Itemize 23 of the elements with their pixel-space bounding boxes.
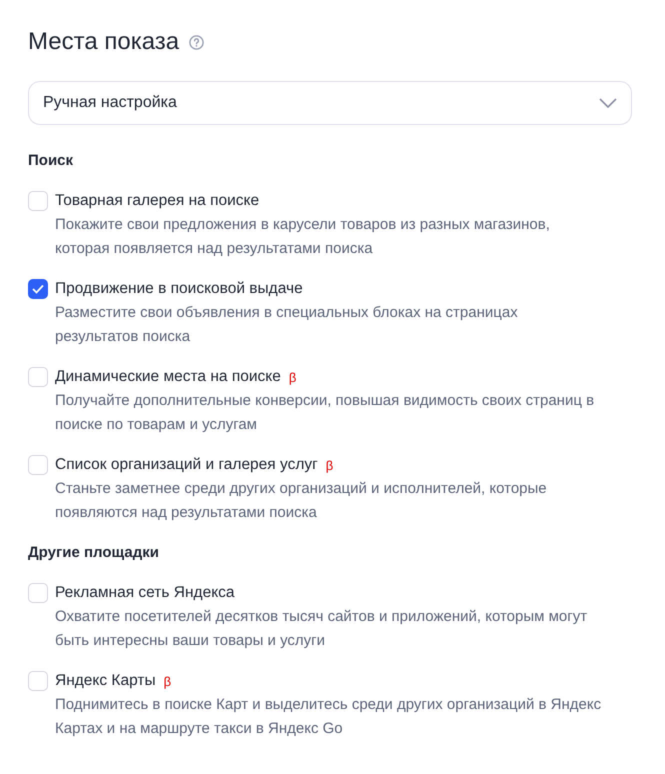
option-label: Яндекс Карты bbox=[55, 671, 156, 691]
group-heading: Другие площадки bbox=[28, 543, 160, 563]
checkmark-icon bbox=[32, 284, 44, 294]
help-icon[interactable] bbox=[189, 34, 204, 50]
option-label: Рекламная сеть Яндекса bbox=[55, 583, 235, 603]
option-description: Покажите свои предложения в карусели товаров из разных магазинов, которая появляется над результатами поиска bbox=[55, 215, 551, 259]
checkbox[interactable] bbox=[28, 279, 48, 299]
beta-label: β bbox=[288, 370, 296, 384]
option-label: Динамические места на поиске bbox=[55, 367, 281, 387]
strategy-select[interactable]: Ручная настройка bbox=[28, 81, 632, 125]
option-description: Поднимитесь в поиске Карт и выделитесь среди других организаций в Яндекс Картах и на маршруте такси в Яндекс Go bbox=[55, 695, 602, 739]
section-title: Места показа bbox=[28, 28, 180, 56]
option-description: Охватите посетителей десятков тысяч сайтов и приложений, которым могут быть интересны ваши товары и услуги bbox=[55, 607, 588, 651]
option-label: Список организаций и галерея услуг bbox=[55, 455, 318, 475]
group-heading: Поиск bbox=[28, 151, 74, 171]
option-label: Продвижение в поисковой выдаче bbox=[55, 279, 303, 299]
beta-label: β bbox=[164, 674, 172, 688]
option-description: Станьте заметнее среди других организаций и исполнителей, которые появляются над результатами поиска bbox=[55, 479, 548, 523]
beta-label: β bbox=[326, 458, 334, 472]
option-description: Разместите свои объявления в специальных блоках на страницах результатов поиска bbox=[55, 303, 519, 347]
option-description: Получайте дополнительные конверсии, повышая видимость своих страниц в поиске по товарам и услугам bbox=[55, 391, 596, 435]
chevron-down-icon bbox=[599, 98, 617, 108]
option-label: Товарная галерея на поиске bbox=[55, 191, 260, 211]
